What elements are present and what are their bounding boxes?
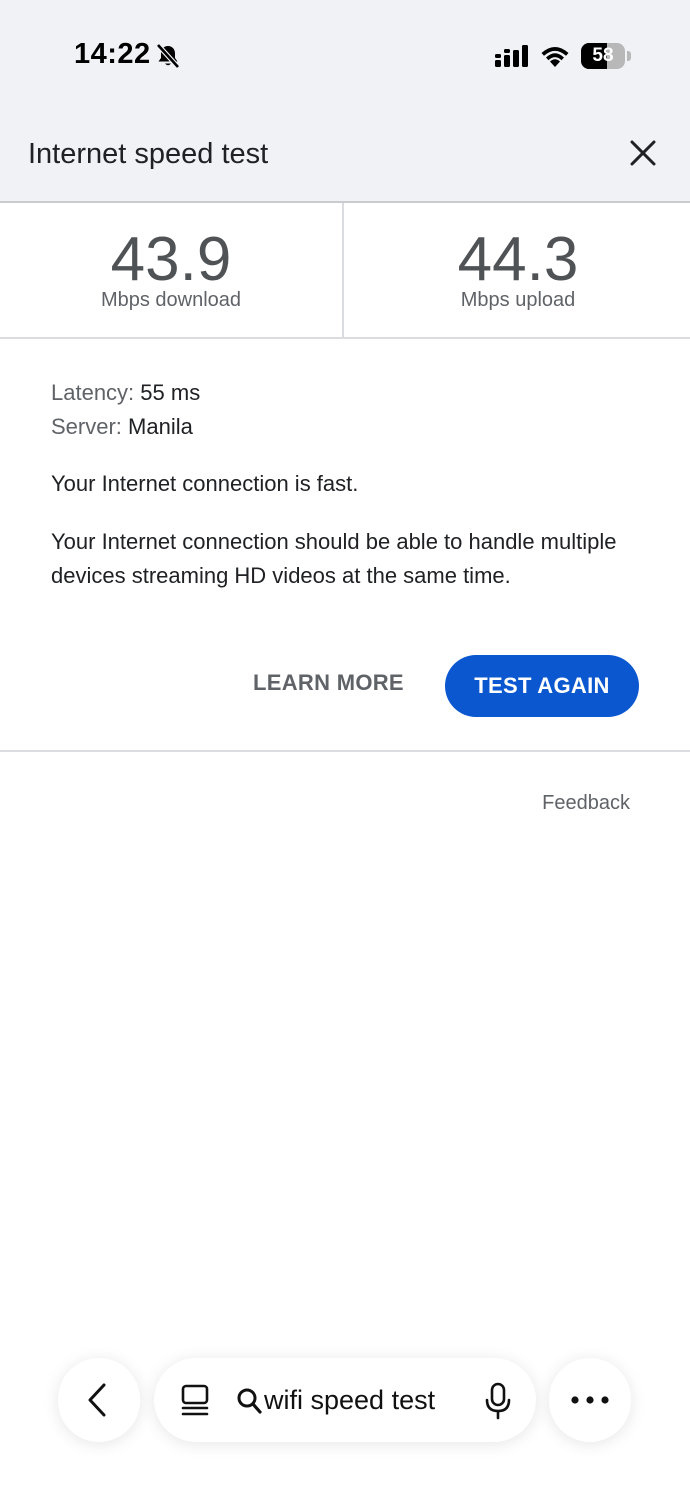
battery-body: 58 bbox=[581, 43, 625, 69]
server-row: Server: Manila bbox=[51, 410, 641, 444]
search-icon bbox=[237, 1388, 262, 1414]
top-panel: 14:22 58 Internet speed test bbox=[0, 0, 690, 203]
feedback-link[interactable]: Feedback bbox=[542, 792, 630, 815]
more-horizontal-icon bbox=[571, 1396, 609, 1404]
wifi-icon bbox=[541, 47, 569, 67]
result-headline: Your Internet connection is fast. bbox=[51, 471, 359, 496]
page-title: Internet speed test bbox=[28, 138, 269, 170]
download-result: 43.9 Mbps download bbox=[0, 203, 344, 337]
download-value: 43.9 bbox=[110, 225, 232, 294]
server-label: Server: bbox=[51, 414, 122, 439]
speed-results: 43.9 Mbps download 44.3 Mbps upload bbox=[0, 203, 690, 339]
close-icon[interactable] bbox=[626, 136, 660, 170]
status-bar: 14:22 58 bbox=[0, 0, 690, 110]
server-value: Manila bbox=[128, 414, 193, 439]
more-options-button[interactable] bbox=[549, 1358, 631, 1442]
microphone-icon[interactable] bbox=[484, 1382, 512, 1420]
battery-icon: 58 bbox=[581, 43, 631, 69]
search-bar[interactable]: wifi speed test bbox=[154, 1358, 536, 1442]
browser-bottom-bar: wifi speed test bbox=[0, 1350, 690, 1450]
battery-cap bbox=[627, 51, 631, 61]
connection-details: Latency: 55 ms Server: Manila bbox=[51, 376, 641, 444]
test-again-button[interactable]: TEST AGAIN bbox=[445, 655, 639, 717]
search-query: wifi speed test bbox=[264, 1385, 436, 1415]
upload-value: 44.3 bbox=[457, 225, 579, 294]
learn-more-button[interactable]: LEARN MORE bbox=[253, 670, 404, 696]
upload-label: Mbps upload bbox=[460, 289, 576, 311]
latency-value: 55 ms bbox=[140, 380, 201, 405]
cellular-signal-icon bbox=[495, 45, 528, 67]
divider bbox=[0, 750, 690, 752]
download-label: Mbps download bbox=[100, 289, 242, 311]
status-time: 14:22 bbox=[74, 38, 151, 70]
tabs-icon bbox=[181, 1384, 209, 1416]
bell-muted-icon bbox=[156, 43, 180, 69]
back-button[interactable] bbox=[58, 1358, 140, 1442]
latency-label: Latency: bbox=[51, 380, 135, 405]
latency-row: Latency: 55 ms bbox=[51, 376, 641, 410]
upload-result: 44.3 Mbps upload bbox=[346, 203, 690, 337]
battery-percent: 58 bbox=[592, 45, 614, 66]
chevron-left-icon bbox=[88, 1383, 106, 1417]
result-description: Your Internet connection should be able … bbox=[51, 529, 617, 588]
